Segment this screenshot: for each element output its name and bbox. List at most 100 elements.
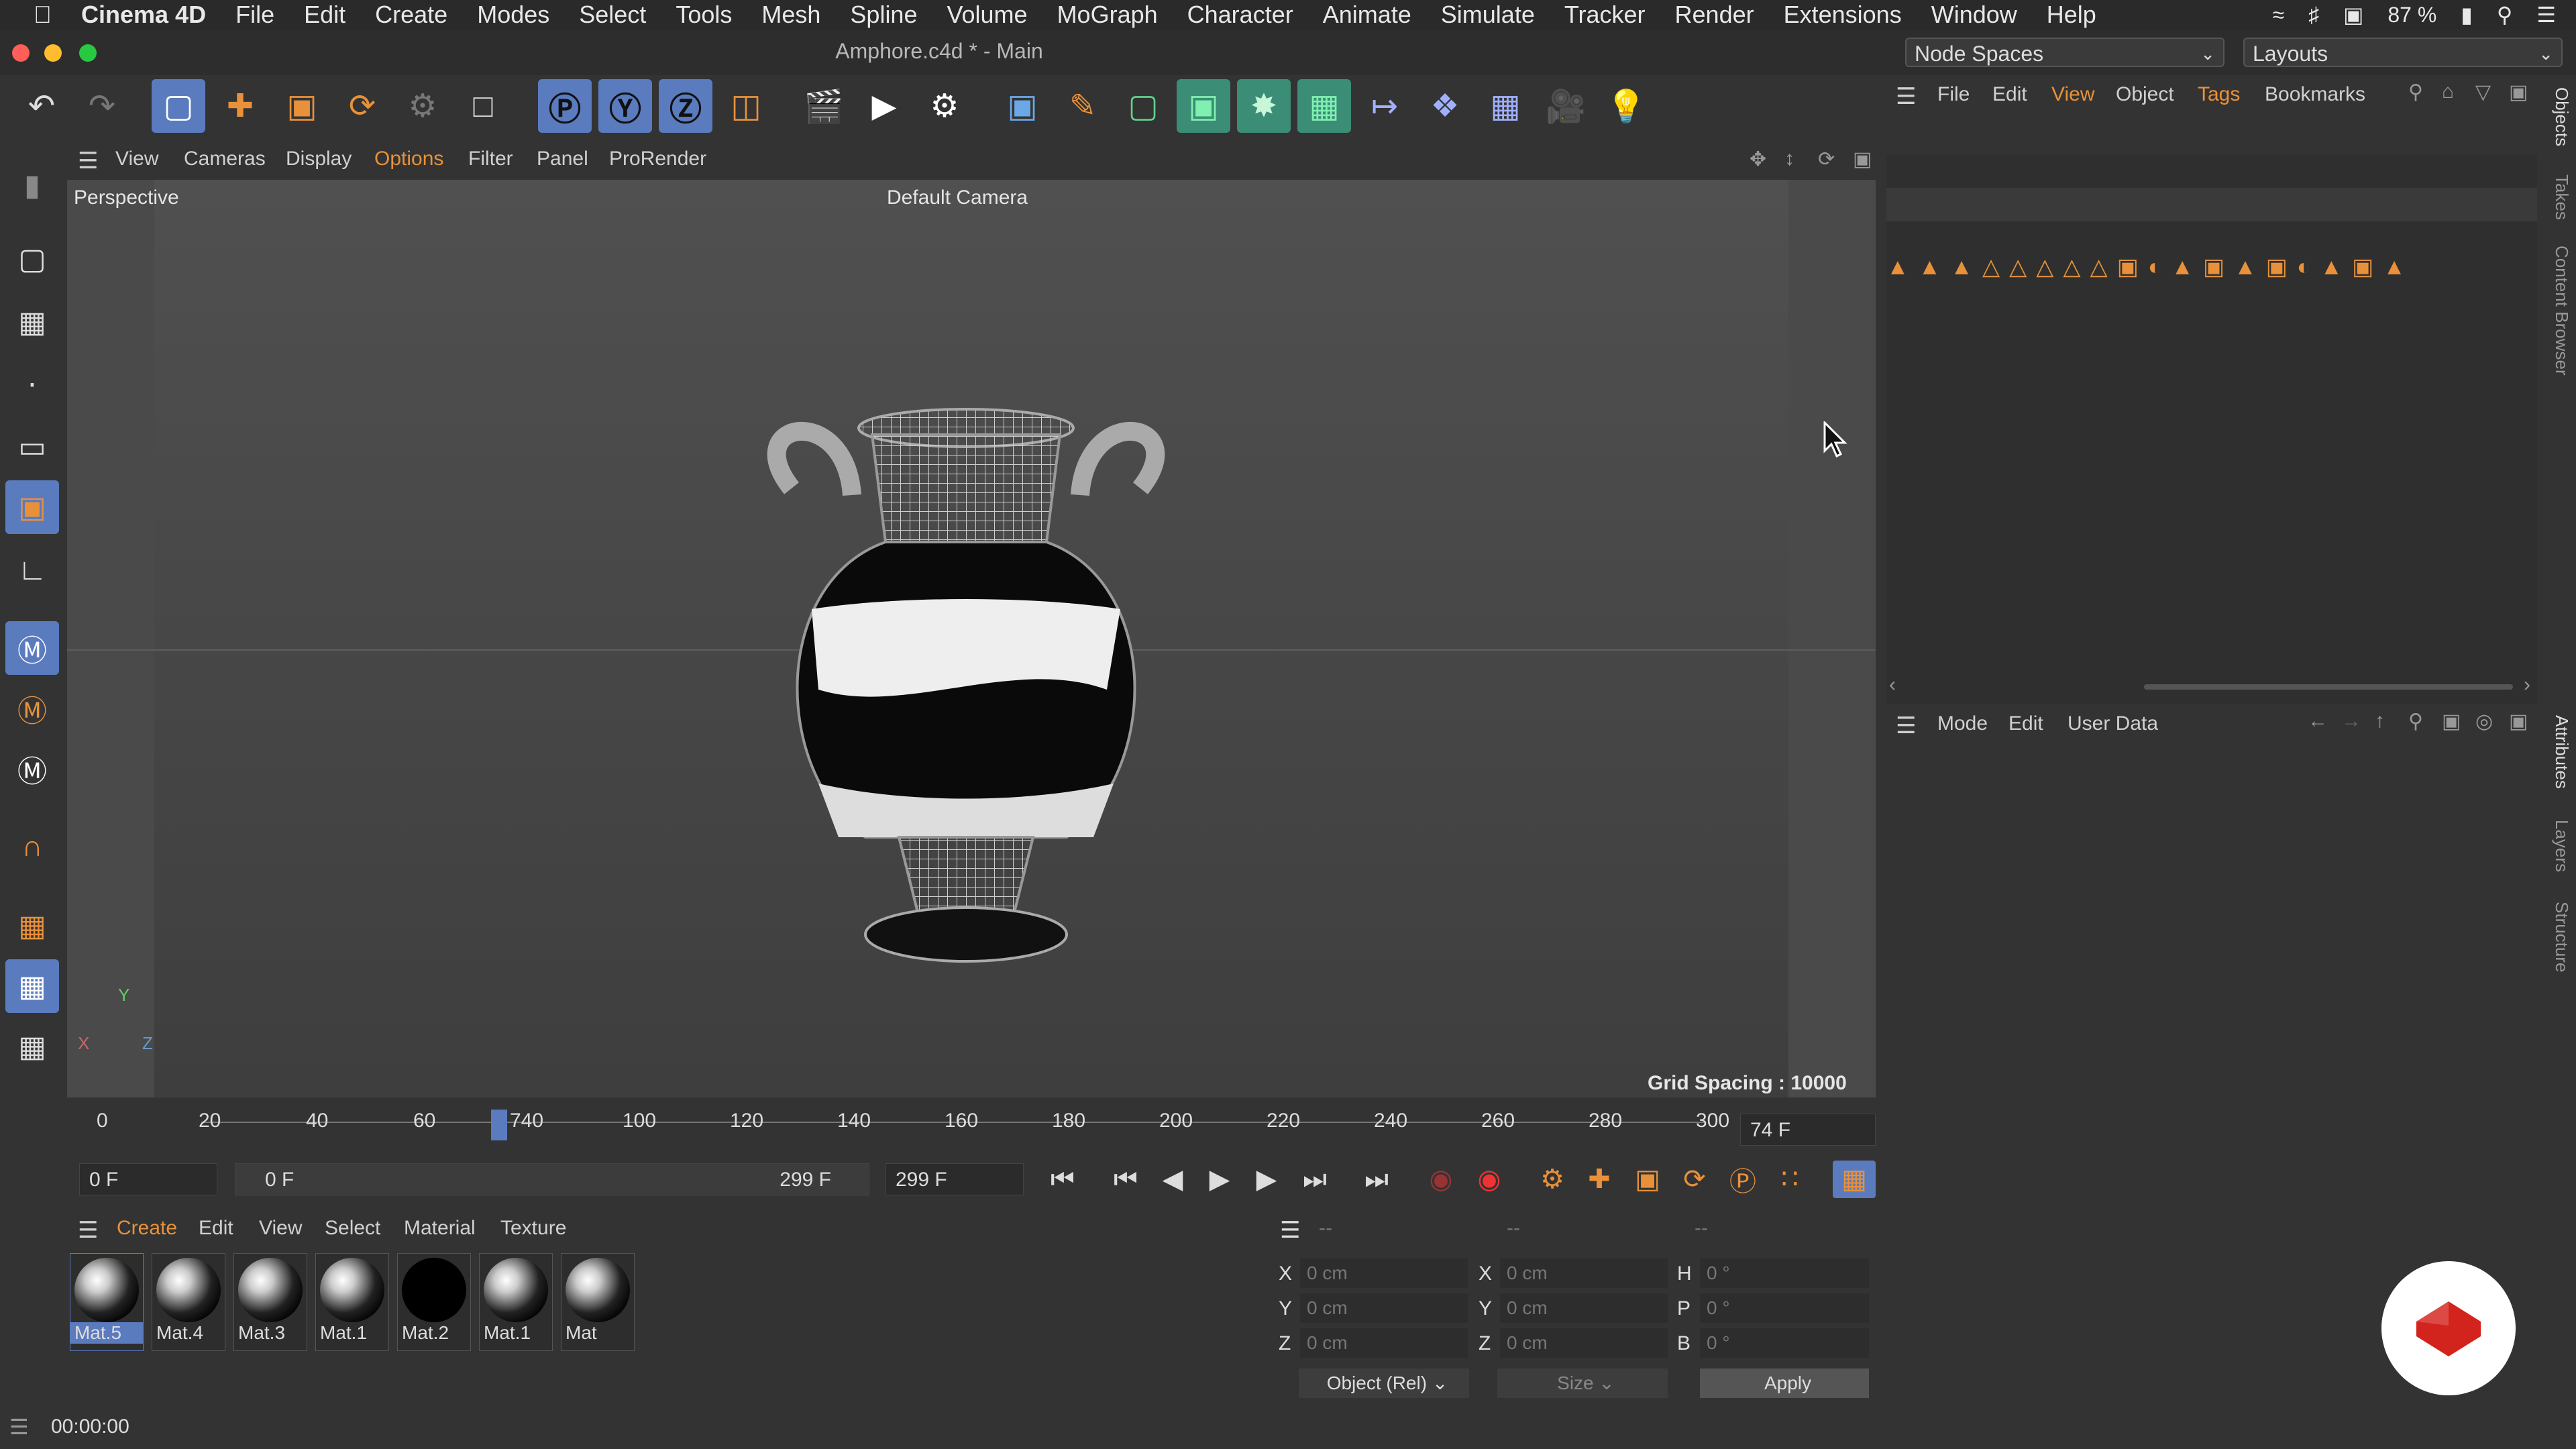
menu-window[interactable]: Window bbox=[1931, 1, 2017, 29]
side-tab-content-browser[interactable]: Content Browser bbox=[2551, 246, 2572, 376]
attributes-menu-hamburger-icon[interactable]: ☰ bbox=[1896, 712, 1916, 739]
material-menu-material[interactable]: Material bbox=[404, 1217, 476, 1240]
menu-file[interactable]: File bbox=[235, 1, 274, 29]
material-swatch[interactable]: Mat.1 bbox=[479, 1253, 553, 1351]
recent-tools-button[interactable]: ⚙ bbox=[396, 79, 449, 133]
y-axis-lock-button[interactable]: Ⓨ bbox=[598, 79, 652, 133]
material-menu-hamburger-icon[interactable]: ☰ bbox=[78, 1217, 98, 1244]
model-mode-icon[interactable]: ▢ bbox=[5, 232, 59, 286]
menu-animate[interactable]: Animate bbox=[1323, 1, 1411, 29]
go-to-end-button[interactable]: ⏭ bbox=[1355, 1161, 1398, 1198]
key-position-icon[interactable]: ✚ bbox=[1578, 1161, 1621, 1198]
objects-menu-object[interactable]: Object bbox=[2116, 83, 2174, 106]
key-parameter-icon[interactable]: Ⓟ bbox=[1721, 1161, 1764, 1198]
control-center-icon[interactable]: ☰ bbox=[2536, 2, 2556, 28]
filter-icon[interactable]: ▽ bbox=[2475, 80, 2491, 104]
viewport-menu-view[interactable]: View bbox=[115, 148, 158, 170]
objects-menu-view[interactable]: View bbox=[2051, 83, 2094, 106]
size-mode-dropdown[interactable]: Size ⌄ bbox=[1497, 1368, 1668, 1398]
render-settings-button[interactable]: ⚙ bbox=[918, 79, 971, 133]
position-y-field[interactable]: 0 cm bbox=[1300, 1293, 1468, 1323]
viewport-menu-panel[interactable]: Panel bbox=[537, 148, 588, 170]
subdivision-surface-icon[interactable]: ▢ bbox=[1116, 79, 1170, 133]
material-menu-select[interactable]: Select bbox=[325, 1217, 380, 1240]
display-icon[interactable]: ▣ bbox=[2343, 2, 2363, 28]
make-editable-icon[interactable]: ▮ bbox=[5, 158, 59, 212]
viewport-menu-cameras[interactable]: Cameras bbox=[184, 148, 266, 170]
deformer-bend-icon[interactable]: ↦ bbox=[1358, 79, 1411, 133]
3d-viewport[interactable]: Perspective Default Camera Grid Spacing … bbox=[67, 180, 1876, 1097]
viewport-zoom-icon[interactable]: ↕ bbox=[1784, 148, 1794, 170]
pen-spline-icon[interactable]: ✎ bbox=[1056, 79, 1110, 133]
points-mode-icon[interactable]: ⋅ bbox=[5, 358, 59, 412]
solo-single-icon[interactable]: Ⓜ bbox=[5, 682, 59, 735]
menu-edit[interactable]: Edit bbox=[304, 1, 345, 29]
side-tab-structure[interactable]: Structure bbox=[2551, 902, 2572, 973]
up-arrow-icon[interactable]: ↑ bbox=[2375, 710, 2385, 733]
rotation-h-field[interactable]: 0 ° bbox=[1700, 1258, 1869, 1288]
attributes-menu-mode[interactable]: Mode bbox=[1937, 712, 1988, 735]
snap-magnet-icon[interactable]: ∩ bbox=[5, 820, 59, 873]
apple-icon[interactable]:  bbox=[34, 1, 52, 29]
key-rotation-icon[interactable]: ⟳ bbox=[1673, 1161, 1716, 1198]
z-axis-lock-button[interactable]: Ⓩ bbox=[659, 79, 712, 133]
render-view-button[interactable]: 🎬 bbox=[797, 79, 851, 133]
material-swatch[interactable]: Mat.2 bbox=[397, 1253, 471, 1351]
material-menu-create[interactable]: Create bbox=[117, 1217, 177, 1240]
preview-range-slider[interactable]: 0 F 299 F bbox=[235, 1163, 869, 1195]
object-row[interactable] bbox=[1886, 188, 2537, 221]
selection-filter-button[interactable]: □ bbox=[456, 79, 510, 133]
rotate-tool[interactable]: ⟳ bbox=[335, 79, 389, 133]
workplane-icon[interactable]: ▦ bbox=[5, 899, 59, 953]
search-icon[interactable]: ⚲ bbox=[2408, 710, 2423, 733]
attributes-menu-edit[interactable]: Edit bbox=[2008, 712, 2043, 735]
material-swatch[interactable]: Mat.3 bbox=[233, 1253, 307, 1351]
object-list-horizontal-scrollbar[interactable] bbox=[2144, 684, 2513, 690]
material-menu-edit[interactable]: Edit bbox=[199, 1217, 233, 1240]
material-swatch[interactable]: Mat.1 bbox=[315, 1253, 389, 1351]
end-frame-field[interactable]: 299 F bbox=[885, 1163, 1024, 1195]
mograph-cubes-icon[interactable]: ▦ bbox=[1297, 79, 1351, 133]
material-menu-view[interactable]: View bbox=[259, 1217, 302, 1240]
battery-icon[interactable]: ▮ bbox=[2461, 2, 2473, 28]
new-panel-icon[interactable]: ▣ bbox=[2509, 80, 2528, 104]
menu-character[interactable]: Character bbox=[1187, 1, 1293, 29]
render-to-picture-viewer-button[interactable]: ▶ bbox=[857, 79, 911, 133]
menu-spline[interactable]: Spline bbox=[850, 1, 917, 29]
next-frame-button[interactable]: ▶ bbox=[1245, 1161, 1288, 1198]
side-tab-takes[interactable]: Takes bbox=[2551, 174, 2572, 220]
bluetooth-icon[interactable]: ♯ bbox=[2308, 3, 2319, 28]
material-swatch[interactable]: Mat.4 bbox=[152, 1253, 225, 1351]
viewport-rotate-icon[interactable]: ⟳ bbox=[1818, 148, 1835, 171]
menu-tools[interactable]: Tools bbox=[676, 1, 732, 29]
redo-button[interactable]: ↷ bbox=[75, 79, 129, 133]
viewport-menu-hamburger-icon[interactable]: ☰ bbox=[78, 148, 98, 174]
timeline-editor-icon[interactable]: ▦ bbox=[1833, 1161, 1876, 1198]
camera-icon[interactable]: 🎥 bbox=[1539, 79, 1593, 133]
locked-workplane-icon[interactable]: ▦ bbox=[5, 959, 59, 1013]
viewport-camera-label[interactable]: Default Camera bbox=[887, 186, 1028, 209]
attributes-menu-user-data[interactable]: User Data bbox=[2068, 712, 2158, 735]
menu-volume[interactable]: Volume bbox=[947, 1, 1027, 29]
live-selection-tool[interactable]: ▢ bbox=[152, 79, 205, 133]
polygons-mode-icon[interactable]: ▣ bbox=[5, 480, 59, 534]
cloner-icon[interactable]: ✸ bbox=[1237, 79, 1291, 133]
amphora-model[interactable] bbox=[731, 408, 1201, 1038]
new-panel-icon[interactable]: ▣ bbox=[2509, 710, 2528, 733]
menu-extensions[interactable]: Extensions bbox=[1784, 1, 1902, 29]
menu-mesh[interactable]: Mesh bbox=[761, 1, 820, 29]
back-arrow-icon[interactable]: ← bbox=[2308, 710, 2328, 733]
tag-row[interactable]: ▲▲▲△△△△△▣◐▲▣▲▣◐▲▣▲ bbox=[1886, 254, 2537, 287]
size-y-field[interactable]: 0 cm bbox=[1500, 1293, 1668, 1323]
forward-arrow-icon[interactable]: → bbox=[2341, 710, 2361, 733]
light-bulb-icon[interactable]: 💡 bbox=[1599, 79, 1653, 133]
rotation-b-field[interactable]: 0 ° bbox=[1700, 1328, 1869, 1358]
layouts-dropdown[interactable]: Layouts ⌄ bbox=[2243, 38, 2563, 67]
keyframe-selection-icon[interactable]: ⚙ bbox=[1531, 1161, 1574, 1198]
coordinate-mode-dropdown[interactable]: Object (Rel) ⌄ bbox=[1299, 1368, 1469, 1398]
position-z-field[interactable]: 0 cm bbox=[1300, 1328, 1468, 1358]
menu-simulate[interactable]: Simulate bbox=[1441, 1, 1535, 29]
objects-menu-bookmarks[interactable]: Bookmarks bbox=[2265, 83, 2365, 106]
coords-menu-hamburger-icon[interactable]: ☰ bbox=[1280, 1217, 1300, 1244]
rotation-p-field[interactable]: 0 ° bbox=[1700, 1293, 1869, 1323]
